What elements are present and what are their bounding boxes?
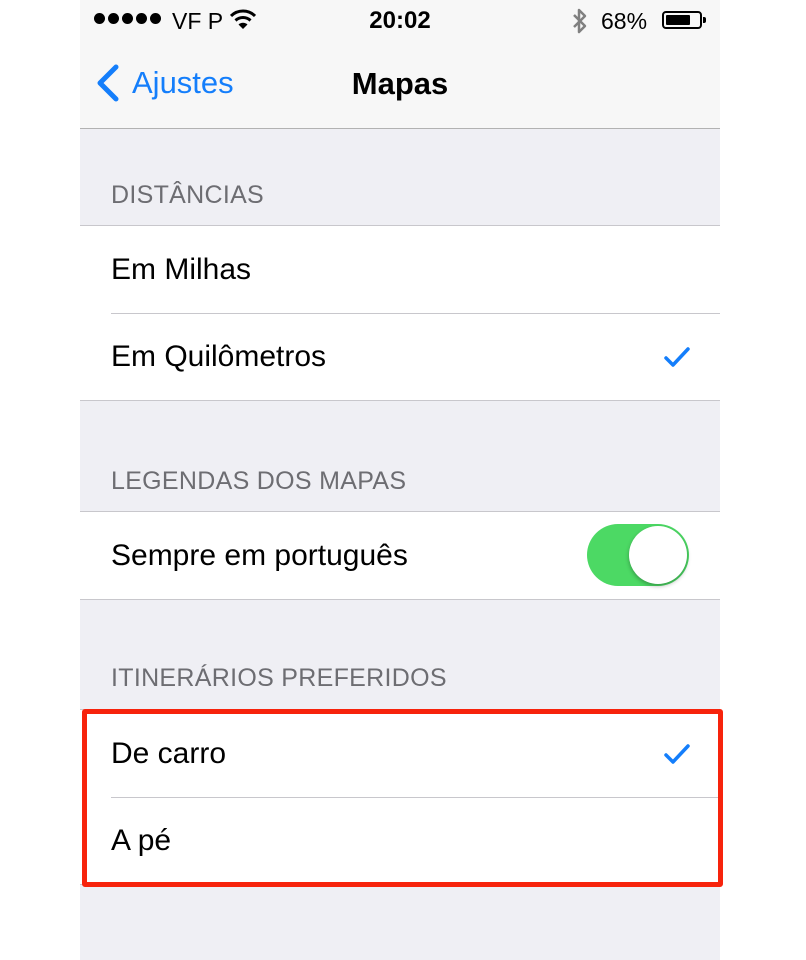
- highlight-annotation-box: [82, 709, 723, 887]
- page-title: Mapas: [351, 66, 449, 101]
- battery-icon: [662, 11, 706, 29]
- option-em-quilometros[interactable]: Em Quilômetros: [80, 313, 720, 400]
- toggle-knob: [629, 526, 687, 584]
- checkmark-icon: [664, 347, 690, 367]
- group-legendas: Sempre em português: [80, 511, 720, 600]
- bluetooth-icon: [573, 8, 587, 34]
- section-header-itinerarios: ITINERÁRIOS PREFERIDOS: [111, 664, 447, 692]
- section-header-legendas: LEGENDAS DOS MAPAS: [111, 467, 407, 495]
- battery-percentage: 68%: [601, 8, 648, 34]
- status-bar: VF P 20:02 68%: [80, 0, 720, 40]
- navigation-bar: Ajustes Mapas: [80, 40, 720, 129]
- row-label: Em Quilômetros: [111, 339, 327, 373]
- option-em-milhas[interactable]: Em Milhas: [80, 226, 720, 313]
- sempre-em-portugues-toggle[interactable]: [587, 524, 689, 586]
- section-header-distancias: DISTÂNCIAS: [111, 181, 265, 209]
- row-label: Em Milhas: [111, 252, 252, 286]
- group-distancias: Em Milhas Em Quilômetros: [80, 225, 720, 401]
- row-label: Sempre em português: [111, 538, 408, 572]
- row-sempre-em-portugues: Sempre em português: [80, 512, 720, 599]
